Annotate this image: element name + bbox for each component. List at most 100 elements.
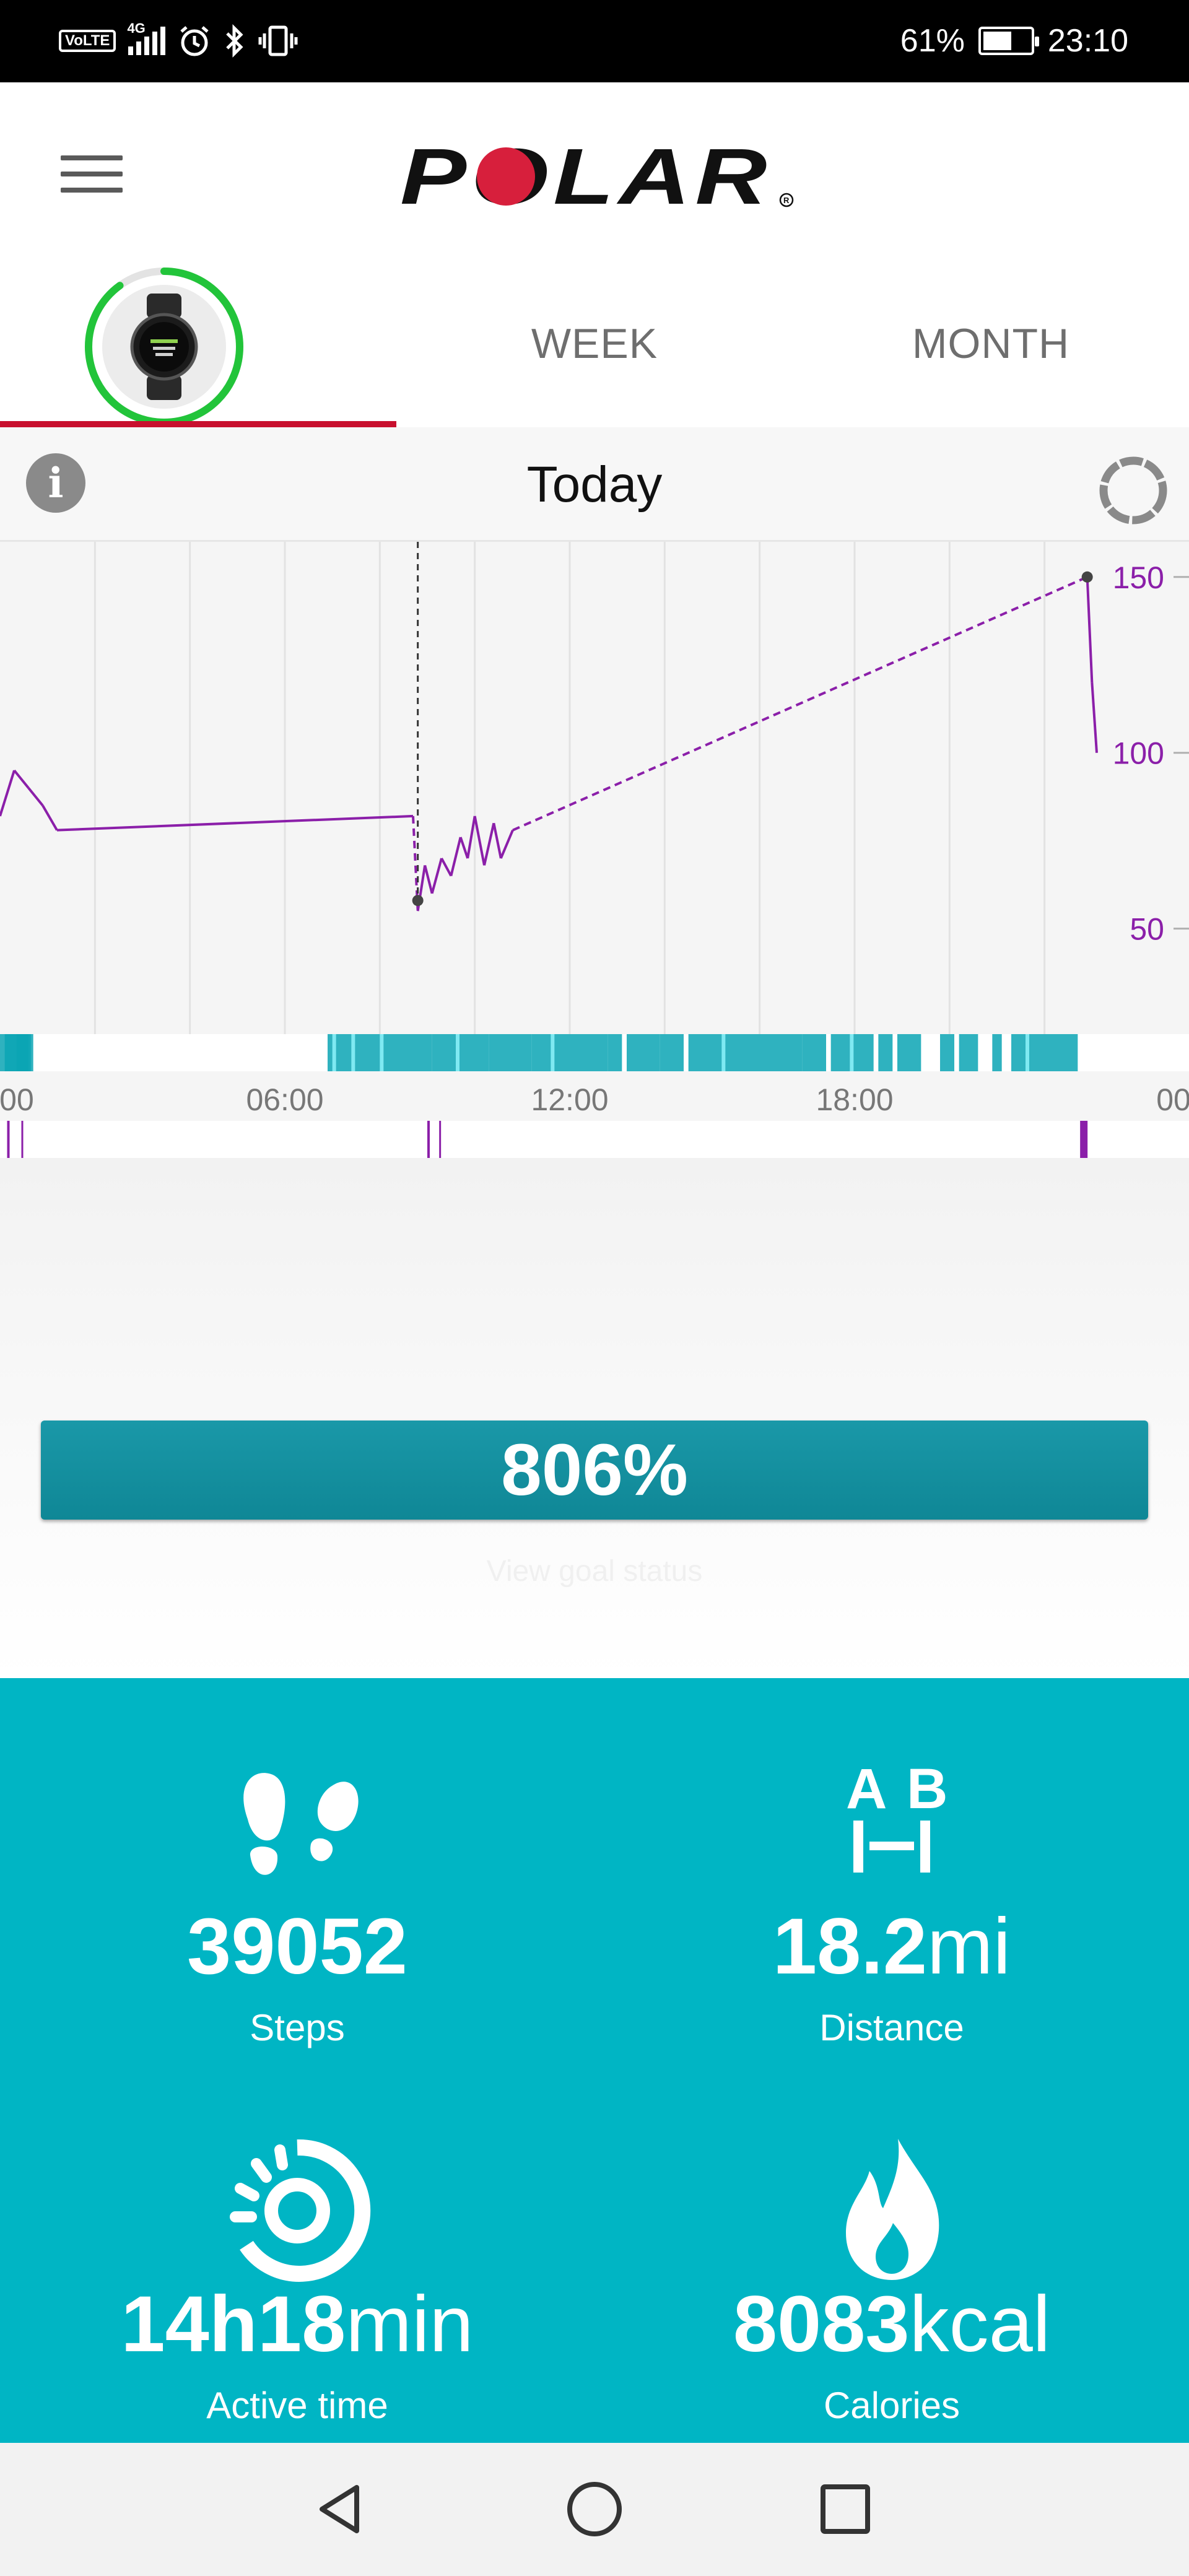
distance-value: 18.2mi xyxy=(772,1902,1011,1991)
sleep-band-segment xyxy=(439,1121,442,1158)
active-time-value: 14h18min xyxy=(121,2280,474,2369)
activity-band-light xyxy=(380,1034,384,1071)
activity-band-light xyxy=(850,1034,854,1071)
activity-band-segment xyxy=(531,1034,608,1071)
distance-label: Distance xyxy=(819,2007,964,2048)
sleep-band-bg xyxy=(0,1121,1189,1158)
chart-svg: 50 100 150:00 06:00 12:00 18:00 00 xyxy=(0,542,1189,1158)
back-icon[interactable] xyxy=(291,2443,390,2576)
stat-calories: 8083kcal Calories xyxy=(594,2056,1189,2440)
daily-goal-section: 806% View goal status xyxy=(0,1158,1189,1678)
hr-line-segment xyxy=(13,769,30,789)
activity-band-light xyxy=(551,1034,555,1071)
calories-value: 8083kcal xyxy=(733,2280,1051,2369)
hr-line-segment xyxy=(492,822,502,859)
steps-value: 39052 xyxy=(187,1902,407,1991)
hr-line-segment xyxy=(0,770,15,817)
status-icons-left: VoLTE 4G xyxy=(59,19,298,63)
activity-band-segment xyxy=(897,1034,921,1071)
activity-band-segment xyxy=(660,1034,684,1071)
y-tick-label: 100 xyxy=(1113,736,1164,771)
activity-band-segment xyxy=(608,1034,622,1071)
volte-icon: VoLTE xyxy=(59,30,116,52)
active-time-label: Active time xyxy=(206,2385,388,2426)
activity-band-segment xyxy=(802,1034,826,1071)
hr-line-segment xyxy=(473,816,486,866)
sleep-band-segment xyxy=(7,1121,10,1158)
activity-band-light xyxy=(1026,1034,1029,1071)
sleep-band-segment xyxy=(1080,1121,1088,1158)
x-tick-label: 06:00 xyxy=(246,1082,323,1117)
hr-line-segment xyxy=(459,837,469,859)
min-hr-marker xyxy=(412,895,424,907)
calories-icon xyxy=(846,2139,939,2280)
activity-band-segment xyxy=(688,1034,803,1071)
hr-line-segment xyxy=(27,787,44,807)
x-tick-label: 12:00 xyxy=(531,1082,608,1117)
hr-line-segment xyxy=(440,858,453,877)
activity-band-segment xyxy=(1011,1034,1078,1071)
tab-week[interactable]: WEEK xyxy=(396,260,793,427)
activity-band-segment xyxy=(940,1034,954,1071)
signal-icon: 4G xyxy=(127,20,166,55)
hr-line-segment xyxy=(56,814,414,832)
active-time-icon xyxy=(230,2139,371,2282)
heart-rate-chart: 50 100 150:00 06:00 12:00 18:00 00 xyxy=(0,542,1189,1158)
activity-band-segment xyxy=(878,1034,893,1071)
hr-line-segment xyxy=(512,575,1088,832)
date-bar: i Today xyxy=(0,427,1189,542)
svg-text:B: B xyxy=(907,1757,947,1821)
hr-line-segment xyxy=(483,822,495,866)
activity-band-segment xyxy=(24,1034,33,1071)
view-goal-status-link[interactable]: View goal status xyxy=(0,1554,1189,1588)
status-bar: VoLTE 4G 61% 23:10 xyxy=(0,0,1189,82)
app-header: POLAR R xyxy=(0,82,1189,260)
activity-band-light xyxy=(351,1034,355,1071)
hr-line-segment xyxy=(499,829,514,859)
max-hr-marker xyxy=(1081,571,1093,583)
calories-label: Calories xyxy=(823,2385,960,2426)
stat-steps: 39052 Steps xyxy=(0,1678,594,2062)
activity-band-segment xyxy=(627,1034,660,1071)
x-tick-label: :00 xyxy=(0,1082,34,1117)
tab-month[interactable]: MONTH xyxy=(793,260,1189,427)
sleep-band-segment xyxy=(21,1121,24,1158)
activity-band-segment xyxy=(992,1034,1002,1071)
home-icon[interactable] xyxy=(545,2443,644,2576)
hr-line-segment xyxy=(430,858,443,894)
svg-text:A: A xyxy=(846,1757,887,1821)
battery-percent: 61% xyxy=(900,23,965,59)
vibrate-icon xyxy=(258,25,298,56)
battery-icon xyxy=(978,27,1039,55)
svg-text:R: R xyxy=(783,196,790,205)
y-tick-label: 150 xyxy=(1113,560,1164,595)
daily-goal-progress-bar[interactable]: 806% xyxy=(41,1421,1148,1520)
distance-icon: A B xyxy=(846,1757,947,1873)
recent-apps-icon[interactable] xyxy=(796,2443,895,2576)
activity-band-light xyxy=(721,1034,726,1071)
activity-stats: 39052 Steps A B 18.2mi Distance 14h18min… xyxy=(0,1678,1189,2443)
activity-band-segment xyxy=(489,1034,513,1071)
tab-today[interactable] xyxy=(0,260,396,427)
hamburger-menu-icon[interactable] xyxy=(59,152,124,196)
activity-band-light xyxy=(456,1034,459,1071)
hr-line-segment xyxy=(424,864,433,894)
hr-line-segment xyxy=(1086,577,1094,683)
alarm-icon xyxy=(180,26,209,56)
sleep-band-segment xyxy=(427,1121,430,1158)
activity-band-segment xyxy=(959,1034,978,1071)
period-tabs: WEEK MONTH xyxy=(0,260,1189,427)
hr-line-segment xyxy=(450,837,462,876)
info-icon[interactable]: i xyxy=(26,453,85,513)
activity-band-segment xyxy=(513,1034,532,1071)
steps-label: Steps xyxy=(250,2007,345,2048)
sync-icon[interactable] xyxy=(1095,452,1172,529)
y-tick-label: 50 xyxy=(1130,912,1164,947)
date-title: Today xyxy=(526,456,663,513)
network-type: 4G xyxy=(127,20,146,36)
progress-label: 806% xyxy=(501,1429,688,1511)
tab-month-label: MONTH xyxy=(912,320,1070,367)
x-tick-label: 00 xyxy=(1156,1082,1189,1117)
steps-icon xyxy=(243,1773,359,1875)
activity-band-light xyxy=(332,1034,336,1071)
